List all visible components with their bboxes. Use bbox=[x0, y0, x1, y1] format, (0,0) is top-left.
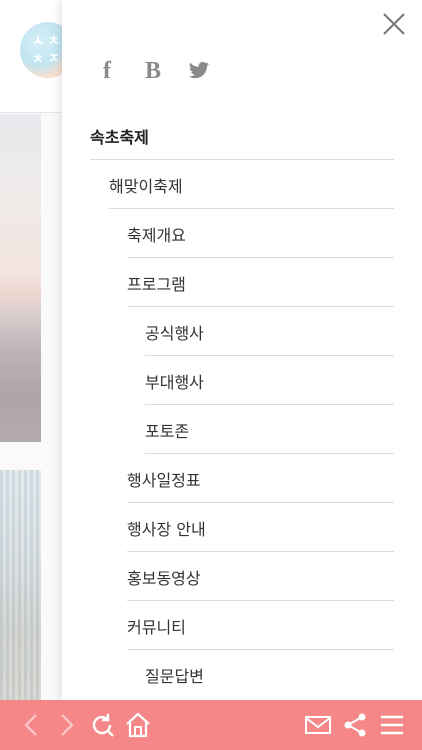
menu-item-label: 홍보동영상 bbox=[127, 568, 201, 588]
menu-item-label: 행사일정표 bbox=[127, 470, 201, 490]
nav-menu: 속초축제 해맞이축제 축제개요 프로그램 공식행사 부대행사 포토존 행사일정표… bbox=[90, 111, 394, 699]
menu-item-community[interactable]: 커뮤니티 bbox=[90, 601, 394, 650]
sunrise-photo bbox=[0, 114, 41, 442]
app-viewport: ㅅ ㅊ ㅊ ㅈ f B 속초축제 해맞이축제 축제개요 프로그램 공식행사 부대… bbox=[0, 0, 422, 750]
bottom-toolbar bbox=[0, 700, 422, 750]
menu-item-label: 축제개요 bbox=[127, 225, 186, 245]
menu-item-venue-guide[interactable]: 행사장 안내 bbox=[90, 503, 394, 552]
forward-icon[interactable] bbox=[48, 700, 84, 750]
menu-item-festival-overview[interactable]: 축제개요 bbox=[90, 209, 394, 258]
menu-item-sunrise-festival[interactable]: 해맞이축제 bbox=[90, 160, 394, 209]
refresh-icon[interactable] bbox=[84, 700, 120, 750]
menu-item-official-events[interactable]: 공식행사 bbox=[90, 307, 394, 356]
background-page: ㅅ ㅊ ㅊ ㅈ bbox=[0, 0, 62, 700]
menu-item-side-events[interactable]: 부대행사 bbox=[90, 356, 394, 405]
menu-item-sokcho-festival[interactable]: 속초축제 bbox=[90, 111, 394, 160]
menu-item-qna[interactable]: 질문답변 bbox=[90, 650, 394, 699]
back-icon[interactable] bbox=[14, 700, 50, 750]
mail-icon[interactable] bbox=[300, 700, 336, 750]
menu-item-label: 커뮤니티 bbox=[127, 617, 186, 637]
logo-char: ㅊ bbox=[32, 52, 44, 67]
menu-item-label: 속초축제 bbox=[90, 127, 149, 147]
menu-item-promo-video[interactable]: 홍보동영상 bbox=[90, 552, 394, 601]
blog-icon[interactable]: B bbox=[142, 58, 164, 84]
home-icon[interactable] bbox=[120, 700, 156, 750]
menu-item-label: 포토존 bbox=[145, 421, 190, 441]
menu-item-label: 공식행사 bbox=[145, 323, 204, 343]
menu-item-photo-zone[interactable]: 포토존 bbox=[90, 405, 394, 454]
logo-char: ㅈ bbox=[48, 52, 60, 67]
menu-item-label: 질문답변 bbox=[145, 666, 204, 686]
logo-char: ㅅ bbox=[32, 34, 44, 49]
menu-icon[interactable] bbox=[374, 700, 410, 750]
menu-item-label: 부대행사 bbox=[145, 372, 204, 392]
share-icon[interactable] bbox=[337, 700, 373, 750]
crowd-photo bbox=[0, 470, 41, 700]
festival-logo: ㅅ ㅊ ㅊ ㅈ bbox=[20, 22, 62, 78]
social-links: f B bbox=[96, 58, 210, 84]
facebook-icon[interactable]: f bbox=[96, 58, 118, 84]
twitter-icon[interactable] bbox=[188, 58, 210, 84]
menu-item-program[interactable]: 프로그램 bbox=[90, 258, 394, 307]
side-drawer: f B 속초축제 해맞이축제 축제개요 프로그램 공식행사 부대행사 포토존 행… bbox=[62, 0, 422, 700]
menu-item-label: 해맞이축제 bbox=[109, 176, 183, 196]
close-icon[interactable] bbox=[380, 10, 408, 38]
menu-item-label: 프로그램 bbox=[127, 274, 186, 294]
background-header: ㅅ ㅊ ㅊ ㅈ bbox=[0, 0, 62, 113]
menu-item-schedule[interactable]: 행사일정표 bbox=[90, 454, 394, 503]
menu-item-label: 행사장 안내 bbox=[127, 519, 206, 539]
logo-char: ㅊ bbox=[48, 34, 60, 49]
